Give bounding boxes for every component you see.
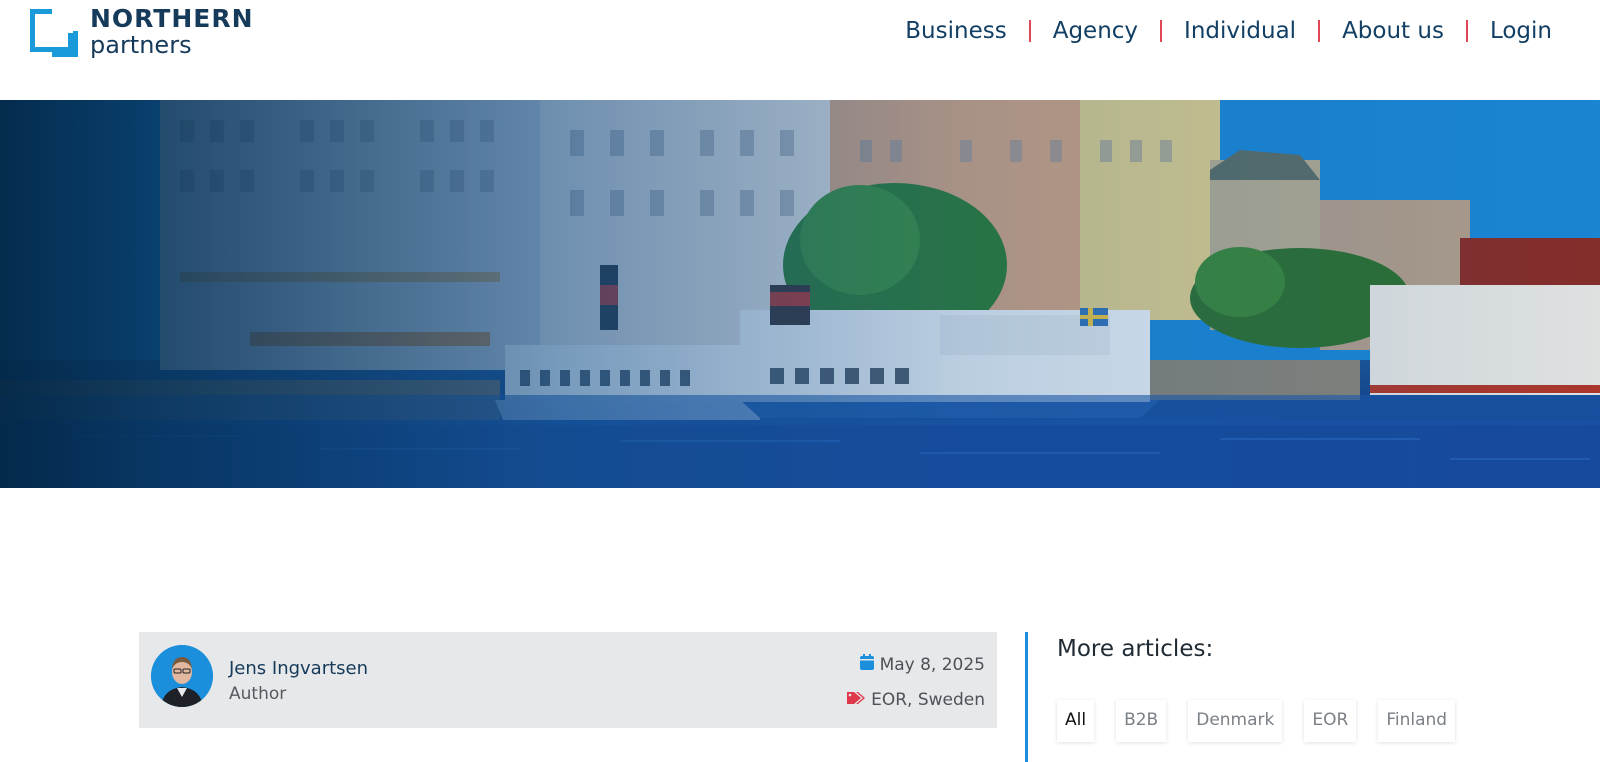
logo[interactable]: NORTHERN partners: [30, 6, 254, 57]
nav-separator: [1465, 20, 1468, 42]
logo-wordmark-bottom: partners: [90, 31, 192, 59]
article-filters: All B2B Denmark EOR Finland: [1057, 700, 1456, 742]
main-nav: Business Agency Individual About us Logi…: [905, 18, 1552, 44]
calendar-icon: [859, 654, 874, 675]
nav-separator: [1318, 20, 1321, 42]
post-tags: EOR, Sweden: [847, 690, 985, 710]
filter-all[interactable]: All: [1057, 700, 1095, 742]
logo-wordmark-top: NORTHERN: [90, 4, 254, 33]
author-card: Jens Ingvartsen Author May 8, 2025 EOR, …: [139, 632, 997, 728]
tag-icon: [847, 690, 866, 710]
sidebar-divider: [1025, 632, 1028, 762]
post-tags-text[interactable]: EOR, Sweden: [871, 690, 985, 710]
site-header: NORTHERN partners Business Agency Indivi…: [0, 0, 1600, 100]
filter-finland[interactable]: Finland: [1378, 700, 1456, 742]
post-date-text: May 8, 2025: [879, 654, 985, 675]
author-name[interactable]: Jens Ingvartsen: [229, 658, 368, 679]
nav-about-us[interactable]: About us: [1342, 18, 1444, 44]
nav-agency[interactable]: Agency: [1053, 18, 1138, 44]
nav-separator: [1028, 20, 1031, 42]
nav-login[interactable]: Login: [1490, 18, 1552, 44]
filter-denmark[interactable]: Denmark: [1188, 700, 1283, 742]
post-date: May 8, 2025: [859, 654, 985, 675]
nav-individual[interactable]: Individual: [1184, 18, 1296, 44]
filter-eor[interactable]: EOR: [1304, 700, 1357, 742]
nav-separator: [1160, 20, 1163, 42]
hero-dark-overlay: [0, 100, 1600, 488]
filter-b2b[interactable]: B2B: [1116, 700, 1167, 742]
more-articles-title: More articles:: [1057, 636, 1214, 662]
author-role: Author: [229, 684, 287, 704]
author-avatar: [151, 645, 213, 707]
hero-banner: [0, 100, 1600, 488]
nav-business[interactable]: Business: [905, 18, 1006, 44]
logo-square-icon: [30, 7, 78, 57]
